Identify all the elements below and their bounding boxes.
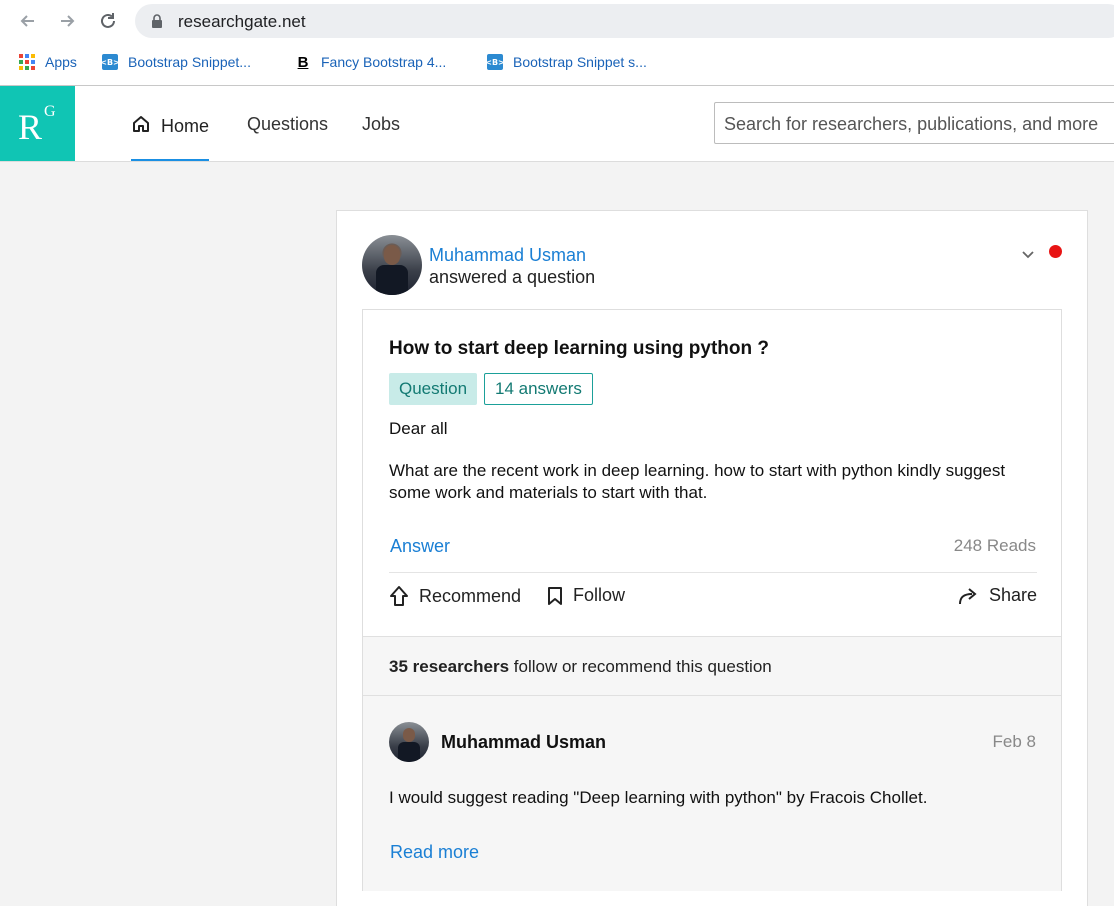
followers-summary[interactable]: 35 researchers follow or recommend this … [363,636,1061,696]
logo-letter-g: G [44,103,56,120]
bookmark-fancy-bootstrap[interactable]: B Fancy Bootstrap 4... [295,52,447,72]
bold-b-icon: B [297,53,309,71]
forward-arrow-icon [61,15,75,27]
recommend-button[interactable]: Recommend [389,585,521,607]
question-title[interactable]: How to start deep learning using python … [389,338,769,360]
bookmark-label: Fancy Bootstrap 4... [321,54,447,70]
answer-link[interactable]: Answer [390,536,450,557]
nav-home[interactable]: Home [131,114,209,139]
feed-card: Muhammad Usman answered a question How t… [336,210,1088,906]
avatar-suit [376,265,408,295]
recommend-label: Recommend [419,585,522,606]
logo-letter-r: R [18,107,43,147]
bookmark-bootstrap-snippet-2[interactable]: <B> Bootstrap Snippet s... [485,52,647,72]
address-row: researchgate.net [0,0,1114,42]
read-more-link[interactable]: Read more [390,842,479,863]
arrow-up-icon [389,585,409,607]
share-button[interactable]: Share [957,585,1037,606]
question-body-greeting: Dear all [389,419,448,438]
address-bar[interactable]: researchgate.net [135,4,1114,38]
url-text: researchgate.net [178,12,306,31]
bookmark-bootstrap-snippet-1[interactable]: <B> Bootstrap Snippet... [100,52,251,72]
bootstrap-icon: <B> [485,54,505,70]
nav-jobs[interactable]: Jobs [362,114,400,135]
followers-count: 35 researchers [389,657,510,676]
notification-dot [1049,245,1062,258]
question-tag: Question [389,373,478,405]
bookmark-label: Apps [45,54,77,70]
forward-button[interactable] [55,9,79,33]
search-input[interactable]: Search for researchers, publications, an… [714,102,1114,144]
apps-grid-icon [19,54,35,70]
answer-preview: Muhammad Usman Feb 8 I would suggest rea… [363,696,1061,891]
share-label: Share [989,585,1038,605]
answer-author-name[interactable]: Muhammad Usman [441,732,606,753]
nav-home-label: Home [161,116,210,136]
chevron-down-icon[interactable] [1021,247,1035,265]
avatar-suit [398,742,420,762]
active-tab-indicator [131,159,209,161]
question-card: How to start deep learning using python … [362,309,1062,891]
avatar-head [384,245,400,265]
divider [389,572,1037,573]
home-icon [131,114,151,139]
followers-text: follow or recommend this question [509,657,772,676]
follow-label: Follow [573,585,626,605]
author-action-text: answered a question [429,267,596,287]
site-header: R G Home Questions Jobs Search for resea… [0,86,1114,162]
answer-text: I would suggest reading "Deep learning w… [389,788,928,807]
bookmark-label: Bootstrap Snippet... [128,54,251,70]
bootstrap-icon: <B> [100,54,120,70]
answer-date: Feb 8 [992,732,1036,751]
author-name-link[interactable]: Muhammad Usman [429,245,586,266]
follow-button[interactable]: Follow [547,585,625,606]
share-arrow-icon [957,586,979,606]
researchgate-logo[interactable]: R G [0,86,75,161]
reload-icon [101,13,115,28]
back-arrow-icon [20,15,34,27]
avatar[interactable] [389,722,429,762]
question-body-text: What are the recent work in deep learnin… [389,461,1006,502]
lock-icon [152,14,162,28]
back-button[interactable] [16,9,40,33]
bookmark-apps[interactable]: Apps [19,52,77,72]
bookmark-icon [547,586,563,606]
bookmarks-bar: Apps <B> Bootstrap Snippet... B Fancy Bo… [0,44,1114,80]
reload-button[interactable] [96,9,120,33]
nav-questions[interactable]: Questions [247,114,328,135]
avatar[interactable] [362,235,422,295]
reads-count: 248 Reads [953,536,1036,555]
avatar-head [403,728,415,742]
answers-count-tag[interactable]: 14 answers [484,373,593,405]
bookmark-label: Bootstrap Snippet s... [513,54,647,70]
browser-chrome: researchgate.net Apps <B> Bootstrap Snip… [0,0,1114,86]
